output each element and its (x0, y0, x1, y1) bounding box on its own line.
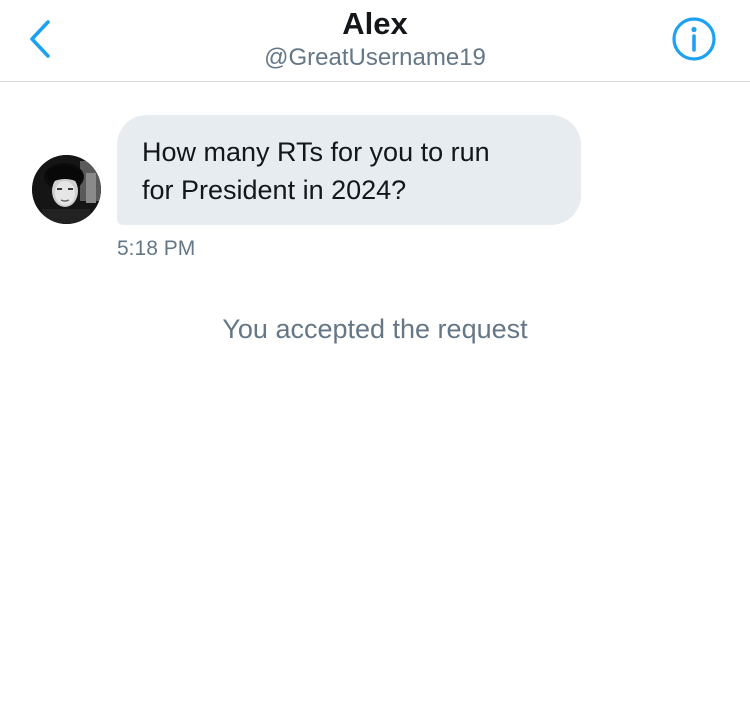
user-avatar-image (32, 155, 101, 224)
message-text-line-2: for President in 2024? (142, 175, 407, 205)
dm-conversation-screen: Alex @GreatUsername19 How many RTs for y… (0, 0, 750, 710)
conversation-header: Alex @GreatUsername19 (0, 0, 750, 82)
request-accepted-note: You accepted the request (222, 314, 528, 344)
message-bubble[interactable]: How many RTs for you to run for Presiden… (117, 115, 581, 225)
contact-username: @GreatUsername19 (264, 44, 486, 71)
message-timestamp: 5:18 PM (117, 237, 196, 260)
chevron-left-icon (30, 20, 50, 58)
info-button[interactable] (669, 14, 719, 64)
back-button[interactable] (20, 14, 60, 64)
contact-name: Alex (342, 6, 408, 41)
message-text-line-1: How many RTs for you to run (142, 137, 490, 167)
info-circle-icon (672, 17, 716, 61)
avatar[interactable] (32, 155, 101, 224)
conversation-title-block[interactable]: Alex @GreatUsername19 (150, 6, 600, 73)
